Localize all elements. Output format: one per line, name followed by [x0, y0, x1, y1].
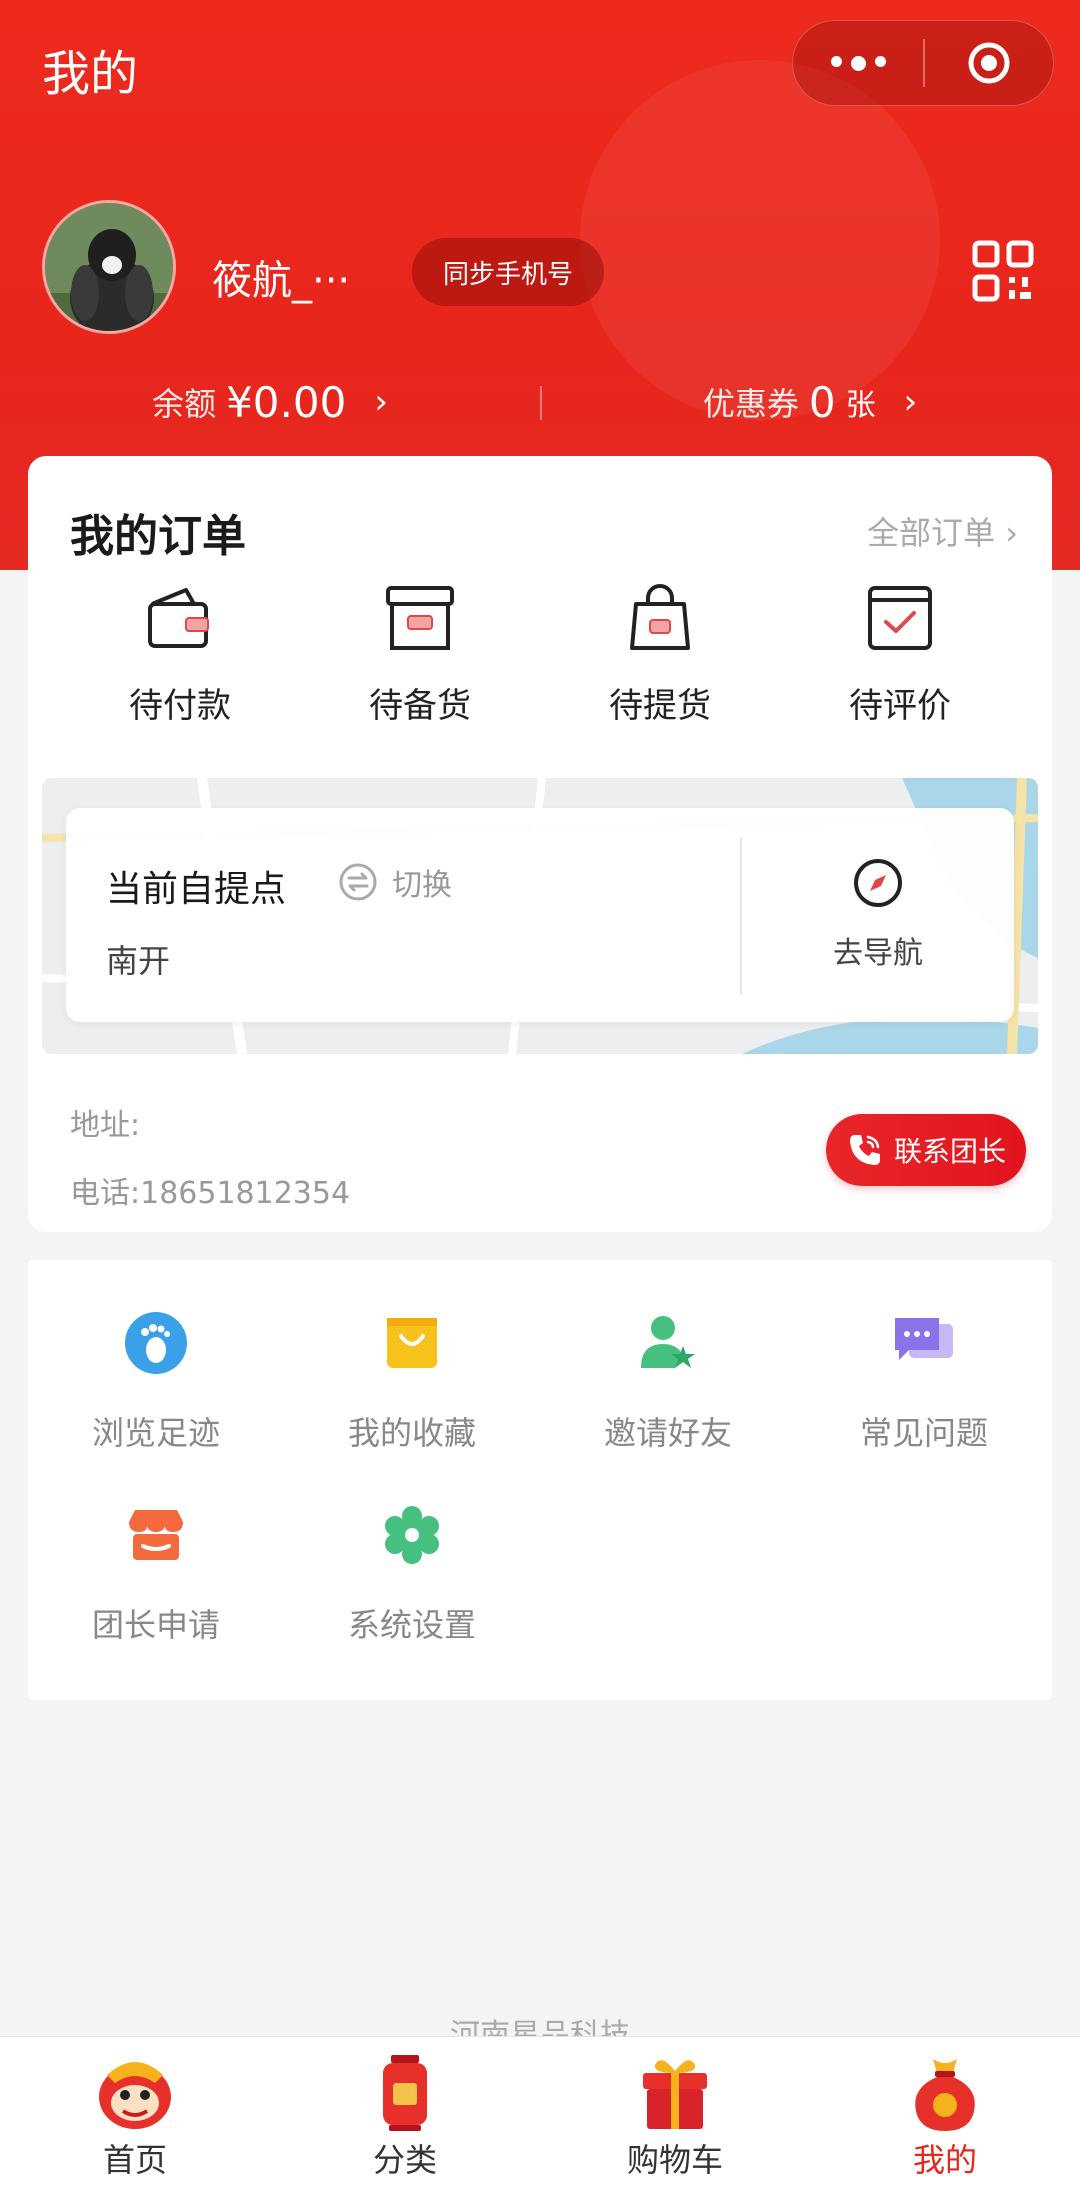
coupon-unit: 张 [845, 388, 876, 423]
review-icon [868, 586, 932, 650]
chevron-right-icon: › [903, 382, 918, 422]
pickup-address: 地址: [70, 1108, 141, 1143]
pickup-name: 南开 [106, 942, 171, 980]
tab-category[interactable]: 分类 [270, 2037, 540, 2192]
tool-my-favorites[interactable]: 我的收藏 [284, 1310, 540, 1502]
qr-code-icon[interactable] [972, 240, 1034, 302]
shop-apply-icon [129, 1510, 183, 1560]
balance-value: ¥0.00 [226, 377, 347, 427]
order-status-list: 待付款 待备货 待提货 待评价 [28, 580, 1052, 727]
pickup-point-panel: 当前自提点 切换 南开 去导航 [42, 778, 1038, 1054]
tool-browse-history[interactable]: 浏览足迹 [28, 1310, 284, 1502]
chevron-right-icon: › [374, 382, 388, 422]
page-title: 我的 [42, 46, 139, 102]
sync-phone-button[interactable]: 同步手机号 [412, 238, 604, 306]
favorites-bag-icon [387, 1318, 437, 1368]
phone-icon [849, 1135, 880, 1165]
stats-divider [540, 386, 542, 420]
faq-chat-icon [895, 1318, 953, 1360]
tool-leader-apply[interactable]: 团长申请 [28, 1502, 284, 1694]
coupon-count: 0 [808, 377, 836, 427]
pickup-title: 当前自提点 [106, 869, 287, 910]
pickup-info-box: 当前自提点 切换 南开 去导航 [66, 808, 1014, 1022]
order-pending-pickup[interactable]: 待提货 [540, 580, 780, 727]
account-stats: 余额 ¥0.00 › 优惠券 0 张 › [0, 370, 1080, 434]
tool-system-settings[interactable]: 系统设置 [284, 1502, 540, 1694]
orders-title: 我的订单 [70, 511, 246, 562]
tab-home[interactable]: 首页 [0, 2037, 270, 2192]
gift-cart-icon [643, 2060, 707, 2129]
header-decoration [580, 60, 940, 420]
switch-pickup-button[interactable]: 切换 [338, 860, 452, 904]
order-pending-stock[interactable]: 待备货 [300, 580, 540, 727]
tab-cart[interactable]: 购物车 [540, 2037, 810, 2192]
bottom-tab-bar: 首页 分类 购物车 我的 [0, 2036, 1080, 2192]
balance-label: 余额 [152, 385, 217, 423]
lion-home-icon [99, 2062, 171, 2129]
invite-friend-icon [641, 1316, 695, 1368]
orders-card: 我的订单 全部订单 › 待付款 待备货 待提货 待评价 当前自提点 切换 南开 … [28, 456, 1052, 1232]
compass-icon [854, 859, 902, 907]
coupon-label: 优惠券 [702, 385, 799, 423]
more-menu-icon[interactable] [793, 55, 923, 71]
close-target-icon[interactable] [925, 39, 1053, 87]
mini-program-capsule [792, 20, 1054, 106]
navigate-button[interactable]: 去导航 [742, 808, 1014, 1022]
tool-invite-friends[interactable]: 邀请好友 [540, 1310, 796, 1502]
box-icon [386, 586, 454, 650]
tools-grid: 浏览足迹 我的收藏 邀请好友 常见问题 团长申请 系统设置 [28, 1310, 1052, 1694]
swap-icon [339, 863, 377, 901]
tools-card: 浏览足迹 我的收藏 邀请好友 常见问题 团长申请 系统设置 [28, 1260, 1052, 1700]
tab-profile[interactable]: 我的 [810, 2037, 1080, 2192]
tool-faq[interactable]: 常见问题 [796, 1310, 1052, 1502]
all-orders-link[interactable]: 全部订单 › [867, 508, 1018, 554]
wallet-icon [148, 588, 209, 648]
avatar[interactable] [42, 200, 176, 334]
user-nickname: 筱航_··· [212, 258, 351, 304]
lucky-bag-profile-icon [915, 2059, 975, 2131]
order-pending-payment[interactable]: 待付款 [60, 580, 300, 727]
contact-leader-button[interactable]: 联系团长 [826, 1114, 1026, 1186]
lantern-category-icon [383, 2055, 427, 2131]
balance-entry[interactable]: 余额 ¥0.00 › [0, 378, 540, 427]
pickup-phone: 电话:18651812354 [70, 1176, 351, 1211]
coupon-entry[interactable]: 优惠券 0 张 › [540, 378, 1080, 427]
order-pending-review[interactable]: 待评价 [780, 580, 1020, 727]
settings-gear-icon [385, 1506, 439, 1564]
bag-icon [630, 584, 690, 650]
footprint-icon [125, 1312, 187, 1374]
